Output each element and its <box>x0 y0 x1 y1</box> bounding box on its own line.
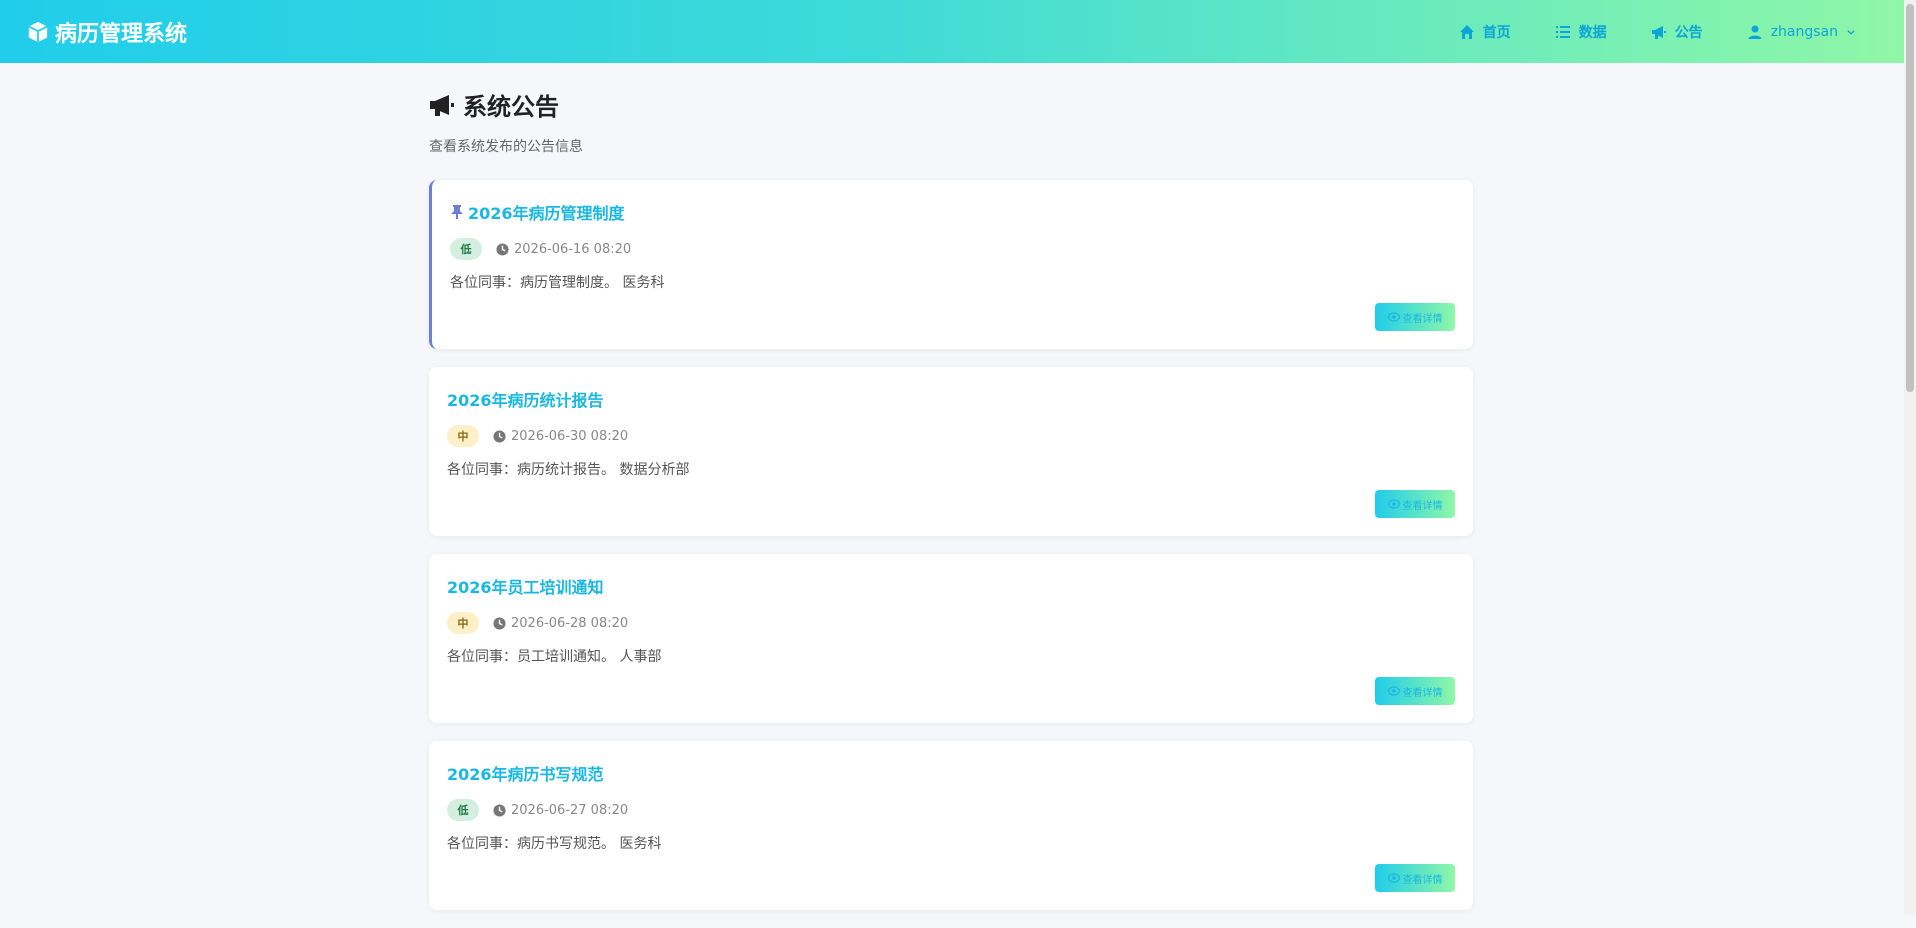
nav-notice-label: 公告 <box>1674 24 1703 41</box>
eye-icon <box>1387 499 1400 509</box>
user-menu[interactable]: zhangsan <box>1747 24 1856 40</box>
announcement-title-text: 2026年病历统计报告 <box>447 391 604 410</box>
announcement-time: 2026-06-16 08:20 <box>496 242 631 257</box>
view-detail-button[interactable]: 查看详情 <box>1375 303 1455 331</box>
clock-icon <box>493 616 506 630</box>
announcement-title-text: 2026年病历书写规范 <box>447 765 604 784</box>
announcement-time-text: 2026-06-27 08:20 <box>511 802 629 818</box>
page-subtitle: 查看系统发布的公告信息 <box>429 139 583 155</box>
vertical-scrollbar[interactable] <box>1904 0 1916 915</box>
announcement-meta: 低 2026-06-27 08:20 <box>447 799 1455 821</box>
scrollbar-thumb[interactable] <box>1906 4 1914 392</box>
priority-badge: 低 <box>450 238 482 260</box>
announcement-time-text: 2026-06-30 08:20 <box>511 428 629 444</box>
page-title-text: 系统公告 <box>463 93 559 121</box>
priority-badge: 低 <box>447 799 479 821</box>
nav-home[interactable]: 首页 <box>1459 22 1511 42</box>
cube-icon <box>28 21 48 42</box>
announcement-content: 各位同事：员工培训通知。 人事部 <box>447 649 662 665</box>
view-detail-label: 查看详情 <box>1402 874 1443 886</box>
clock-icon <box>493 429 506 443</box>
pin-icon <box>451 205 463 219</box>
announcement-list: 2026年病历管理制度 低 2026-06-16 08:20 各位同事：病历管理… <box>429 180 1473 910</box>
view-detail-label: 查看详情 <box>1402 500 1443 512</box>
nav-data-label: 数据 <box>1578 24 1607 41</box>
view-detail-label: 查看详情 <box>1402 313 1443 325</box>
megaphone-icon <box>430 94 454 116</box>
view-detail-label: 查看详情 <box>1402 687 1443 699</box>
user-icon <box>1748 25 1762 39</box>
view-detail-button[interactable]: 查看详情 <box>1375 677 1455 705</box>
announcement-card: 2026年病历管理制度 低 2026-06-16 08:20 各位同事：病历管理… <box>429 180 1473 349</box>
nav-data[interactable]: 数据 <box>1555 22 1607 42</box>
announcement-content: 各位同事：病历统计报告。 数据分析部 <box>447 462 690 478</box>
list-icon <box>1555 25 1570 38</box>
announcement-card: 2026年病历书写规范 低 2026-06-27 08:20 各位同事：病历书写… <box>429 741 1473 910</box>
announcement-time: 2026-06-28 08:20 <box>493 616 628 631</box>
eye-icon <box>1387 312 1400 322</box>
announcement-title[interactable]: 2026年员工培训通知 <box>447 574 1455 598</box>
nav-home-label: 首页 <box>1482 24 1511 41</box>
announcement-card: 2026年员工培训通知 中 2026-06-28 08:20 各位同事：员工培训… <box>429 554 1473 723</box>
announcement-title-text: 2026年员工培训通知 <box>447 578 604 597</box>
megaphone-icon <box>1651 25 1666 39</box>
chevron-down-icon <box>1847 29 1855 35</box>
clock-icon <box>496 242 509 256</box>
announcement-title[interactable]: 2026年病历书写规范 <box>447 761 1455 785</box>
announcement-content: 各位同事：病历管理制度。 医务科 <box>450 275 665 291</box>
app-brand[interactable]: 病历管理系统 <box>27 0 187 63</box>
view-detail-button[interactable]: 查看详情 <box>1375 490 1455 518</box>
announcement-meta: 低 2026-06-16 08:20 <box>450 238 1455 260</box>
announcement-time-text: 2026-06-16 08:20 <box>514 241 632 257</box>
top-navbar: 病历管理系统 首页 数据 公告 zhangsan <box>0 0 1904 63</box>
announcement-meta: 中 2026-06-28 08:20 <box>447 612 1455 634</box>
priority-badge: 中 <box>447 425 479 447</box>
eye-icon <box>1387 686 1400 696</box>
announcement-time: 2026-06-27 08:20 <box>493 803 628 818</box>
announcement-time-text: 2026-06-28 08:20 <box>511 615 629 631</box>
announcement-title[interactable]: 2026年病历统计报告 <box>447 387 1455 411</box>
announcement-title-text: 2026年病历管理制度 <box>468 204 625 223</box>
eye-icon <box>1387 873 1400 883</box>
view-detail-button[interactable]: 查看详情 <box>1375 864 1455 892</box>
nav-notice[interactable]: 公告 <box>1651 22 1703 42</box>
username: zhangsan <box>1770 23 1838 40</box>
announcement-content: 各位同事：病历书写规范。 医务科 <box>447 836 662 852</box>
page-title: 系统公告 <box>429 87 1473 122</box>
announcement-card: 2026年病历统计报告 中 2026-06-30 08:20 各位同事：病历统计… <box>429 367 1473 536</box>
app-title: 病历管理系统 <box>55 21 188 47</box>
announcement-title[interactable]: 2026年病历管理制度 <box>450 200 1455 224</box>
main-content: 系统公告 查看系统发布的公告信息 2026年病历管理制度 低 2026-06-1… <box>429 63 1473 928</box>
clock-icon <box>493 803 506 817</box>
announcement-meta: 中 2026-06-30 08:20 <box>447 425 1455 447</box>
home-icon <box>1459 24 1474 39</box>
main-nav: 首页 数据 公告 zhangsan <box>1459 0 1904 63</box>
priority-badge: 中 <box>447 612 479 634</box>
announcement-time: 2026-06-30 08:20 <box>493 429 628 444</box>
